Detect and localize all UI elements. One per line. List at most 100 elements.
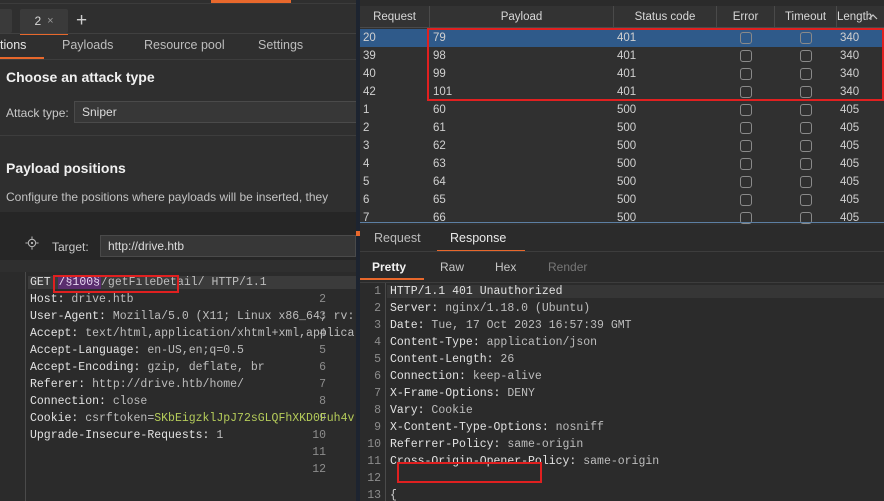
cell-timeout-checkbox[interactable] <box>800 176 812 188</box>
cell-error-checkbox[interactable] <box>740 32 752 44</box>
cell-timeout-checkbox[interactable] <box>800 158 812 170</box>
cell-request: 4 <box>363 158 370 170</box>
attack-type-select[interactable]: Sniper <box>74 101 356 123</box>
cell-length: 340 <box>840 68 860 80</box>
header-name: Server: <box>390 302 439 315</box>
line-number: 2 <box>374 302 381 315</box>
table-row[interactable]: 39 98 401 340 <box>360 47 884 65</box>
table-row[interactable]: 4 63 500 405 <box>360 155 884 173</box>
response-line-3: Date: Tue, 17 Oct 2023 16:57:39 GMT <box>390 319 632 332</box>
header-name: Referrer-Policy: <box>390 438 501 451</box>
column-header-timeout[interactable]: Timeout <box>775 6 837 28</box>
cell-payload: 60 <box>433 104 446 116</box>
payload-position-marker[interactable]: /§100§ <box>57 276 102 289</box>
table-row[interactable]: 42 101 401 340 <box>360 83 884 101</box>
request-editor[interactable]: 1 GET /§100§/getFileDetail/ HTTP/1.1 2 H… <box>0 272 356 501</box>
cell-length: 405 <box>840 158 860 170</box>
subtabs-divider <box>0 59 356 60</box>
cell-status-code: 401 <box>617 32 637 44</box>
cell-timeout-checkbox[interactable] <box>800 104 812 116</box>
cell-error-checkbox[interactable] <box>740 104 752 116</box>
table-row[interactable]: 6 65 500 405 <box>360 191 884 209</box>
close-icon[interactable]: × <box>47 15 53 27</box>
response-line-11: Cross-Origin-Opener-Policy: same-origin <box>390 455 659 468</box>
tab-hex[interactable]: Hex <box>495 260 516 274</box>
column-header-error[interactable]: Error <box>717 6 775 28</box>
table-row[interactable]: 2 61 500 405 <box>360 119 884 137</box>
column-header-payload[interactable]: Payload <box>430 6 614 28</box>
section-divider-1 <box>0 135 356 136</box>
cell-timeout-checkbox[interactable] <box>800 68 812 80</box>
cell-payload: 62 <box>433 140 446 152</box>
cell-error-checkbox[interactable] <box>740 176 752 188</box>
tab-resource-pool[interactable]: Resource pool <box>144 38 225 52</box>
cell-status-code: 401 <box>617 86 637 98</box>
attack-tab-previous[interactable] <box>0 9 12 33</box>
cell-timeout-checkbox[interactable] <box>800 50 812 62</box>
message-tabs: Request Response <box>360 226 884 252</box>
attack-tab-2[interactable]: 2 × <box>20 9 68 33</box>
cell-timeout-checkbox[interactable] <box>800 194 812 206</box>
header-value: close <box>105 395 148 408</box>
line-number: 2 <box>319 293 326 306</box>
cell-error-checkbox[interactable] <box>740 68 752 80</box>
response-editor[interactable]: 1 HTTP/1.1 401 Unauthorized 2 Server: ng… <box>360 283 884 501</box>
tab-response[interactable]: Response <box>450 231 506 245</box>
attack-results-table[interactable]: Request Payload Status code Error Timeou… <box>360 0 884 225</box>
line-number: 12 <box>312 463 326 476</box>
cell-length: 340 <box>840 50 860 62</box>
cell-payload: 79 <box>433 32 446 44</box>
tab-pretty[interactable]: Pretty <box>372 260 406 274</box>
target-input[interactable]: http://drive.htb <box>100 235 356 257</box>
header-value: en-US,en;q=0.5 <box>140 344 244 357</box>
cell-error-checkbox[interactable] <box>740 50 752 62</box>
tab-payloads[interactable]: Payloads <box>62 38 113 52</box>
cell-timeout-checkbox[interactable] <box>800 122 812 134</box>
table-row[interactable]: 3 62 500 405 <box>360 137 884 155</box>
cell-error-checkbox[interactable] <box>740 158 752 170</box>
target-label: Target: <box>52 240 89 254</box>
line-number: 13 <box>367 489 381 501</box>
table-row[interactable]: 20 79 401 340 <box>360 29 884 47</box>
table-row[interactable]: 5 64 500 405 <box>360 173 884 191</box>
cell-error-checkbox[interactable] <box>740 140 752 152</box>
cell-error-checkbox[interactable] <box>740 122 752 134</box>
column-header-status-code[interactable]: Status code <box>614 6 717 28</box>
attack-type-label: Attack type: <box>6 106 69 120</box>
cell-timeout-checkbox[interactable] <box>800 140 812 152</box>
tab-settings[interactable]: Settings <box>258 38 303 52</box>
new-tab-button[interactable]: + <box>76 11 87 30</box>
intruder-left-panel: 2 × + tions Payloads Resource pool Setti… <box>0 0 356 501</box>
cell-timeout-checkbox[interactable] <box>800 86 812 98</box>
cell-length: 405 <box>840 176 860 188</box>
cookie-token-value: SKbEigzklJpJ72sGLQFhXKD0Fuh4v <box>154 412 355 425</box>
header-value: text/html,application/xhtml+xml,applica <box>78 327 355 340</box>
column-header-request[interactable]: Request <box>360 6 430 28</box>
intruder-subtabs: tions Payloads Resource pool Settings <box>0 34 356 59</box>
header-name: Accept-Encoding: <box>30 361 141 374</box>
line-number: 7 <box>374 387 381 400</box>
crosshair-icon <box>25 236 39 250</box>
tab-request[interactable]: Request <box>374 231 421 245</box>
cell-request: 42 <box>363 86 376 98</box>
cell-error-checkbox[interactable] <box>740 194 752 206</box>
tab-raw[interactable]: Raw <box>440 260 464 274</box>
cell-timeout-checkbox[interactable] <box>800 32 812 44</box>
header-name: Content-Length: <box>390 353 494 366</box>
table-row[interactable]: 1 60 500 405 <box>360 101 884 119</box>
cell-error-checkbox[interactable] <box>740 86 752 98</box>
cell-request: 2 <box>363 122 370 134</box>
cell-request: 3 <box>363 140 370 152</box>
table-row[interactable]: 40 99 401 340 <box>360 65 884 83</box>
header-value: nosniff <box>548 421 604 434</box>
header-value: same-origin <box>500 438 584 451</box>
line-number: 4 <box>374 336 381 349</box>
cell-length: 405 <box>840 194 860 206</box>
request-gutter <box>0 272 26 501</box>
header-value: 1 <box>209 429 224 442</box>
line-number: 6 <box>319 361 326 374</box>
header-value: csrftoken= <box>78 412 155 425</box>
tab-positions[interactable]: tions <box>0 38 26 52</box>
response-line-8: Vary: Cookie <box>390 404 473 417</box>
request-line-9: Cookie: csrftoken=SKbEigzklJpJ72sGLQFhXK… <box>30 412 354 425</box>
